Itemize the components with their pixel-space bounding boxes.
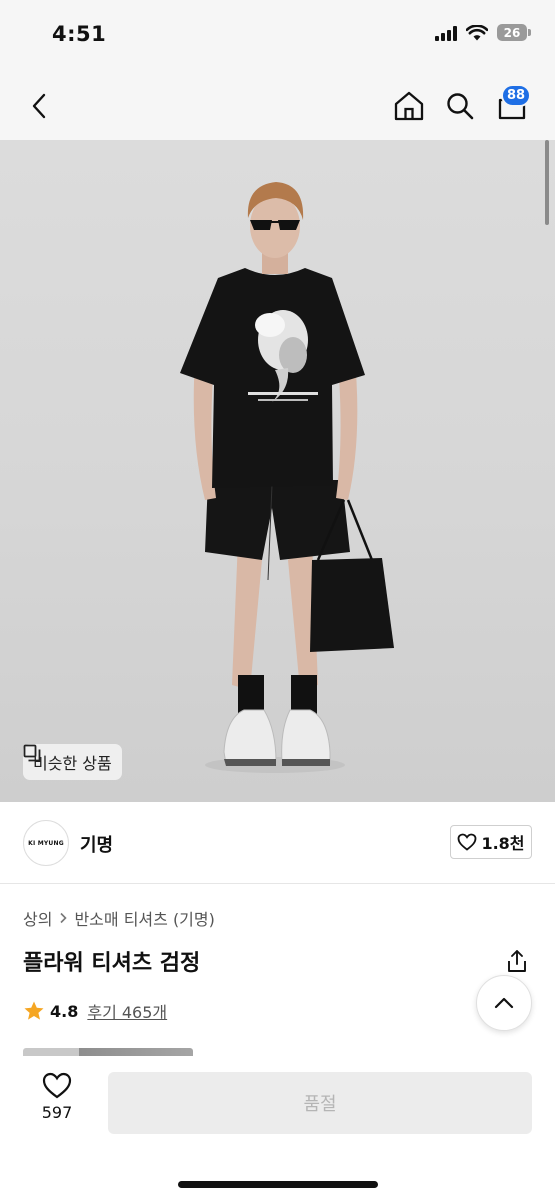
home-icon bbox=[394, 91, 424, 121]
breadcrumb-item-category[interactable]: 상의 bbox=[23, 906, 52, 930]
brand-like-button[interactable]: 1.8천 bbox=[450, 825, 532, 859]
wishlist-button[interactable]: 597 bbox=[26, 1072, 88, 1142]
scrollbar[interactable] bbox=[545, 140, 549, 225]
brand-logo-text: KI MYUNG bbox=[28, 839, 64, 847]
brand-row: KI MYUNG 기명 1.8천 bbox=[0, 802, 555, 884]
product-page: 4:51 26 88 비슷한 상품 KI MYUNG 기명 1.8천 상의 반소… bbox=[0, 0, 555, 1200]
similar-products-label: 비슷한 상품 bbox=[33, 754, 112, 773]
chevron-left-icon bbox=[32, 93, 46, 119]
chevron-up-icon bbox=[494, 997, 514, 1009]
breadcrumb: 상의 반소매 티셔츠 (기명) bbox=[23, 906, 215, 930]
breadcrumb-item-subcategory[interactable]: 반소매 티셔츠 (기명) bbox=[74, 906, 214, 930]
model-illustration bbox=[180, 182, 394, 773]
share-button[interactable] bbox=[502, 946, 532, 976]
thumbnail-strip bbox=[23, 1048, 193, 1056]
copy-icon bbox=[23, 744, 41, 762]
heart-icon bbox=[458, 833, 477, 851]
reviews-link[interactable]: 후기 465개 bbox=[87, 999, 167, 1023]
signal-icon bbox=[435, 25, 457, 41]
scroll-to-top-button[interactable] bbox=[476, 975, 532, 1031]
home-indicator bbox=[178, 1181, 378, 1188]
status-bar: 4:51 26 bbox=[0, 0, 555, 70]
brand-name[interactable]: 기명 bbox=[80, 831, 113, 857]
wishlist-count: 597 bbox=[41, 1103, 73, 1122]
heart-icon bbox=[42, 1072, 72, 1099]
search-icon bbox=[447, 93, 474, 120]
brand-logo[interactable]: KI MYUNG bbox=[23, 820, 69, 866]
chevron-right-icon bbox=[60, 912, 68, 924]
product-title: 플라워 티셔츠 검정 bbox=[23, 951, 201, 976]
back-button[interactable] bbox=[20, 86, 60, 126]
nav-bar bbox=[0, 70, 555, 140]
rating-value: 4.8 bbox=[50, 1001, 79, 1021]
share-icon bbox=[508, 950, 526, 972]
buy-button[interactable]: 품절 bbox=[108, 1072, 532, 1134]
battery-level: 26 bbox=[503, 25, 521, 40]
product-image[interactable]: 비슷한 상품 bbox=[0, 140, 555, 802]
search-button[interactable] bbox=[440, 86, 480, 126]
battery-icon: 26 bbox=[497, 24, 531, 41]
status-time: 4:51 bbox=[52, 22, 107, 46]
star-icon bbox=[24, 1001, 44, 1020]
bottom-action-bar: 597 품절 bbox=[0, 1056, 555, 1200]
cart-badge: 88 bbox=[501, 84, 532, 107]
brand-like-count: 1.8천 bbox=[481, 834, 525, 853]
similar-products-button[interactable]: 비슷한 상품 bbox=[23, 744, 122, 780]
wifi-icon bbox=[466, 24, 488, 40]
home-button[interactable] bbox=[389, 86, 429, 126]
rating-row: 4.8 후기 465개 bbox=[23, 999, 167, 1023]
status-icons: 26 bbox=[435, 24, 531, 41]
